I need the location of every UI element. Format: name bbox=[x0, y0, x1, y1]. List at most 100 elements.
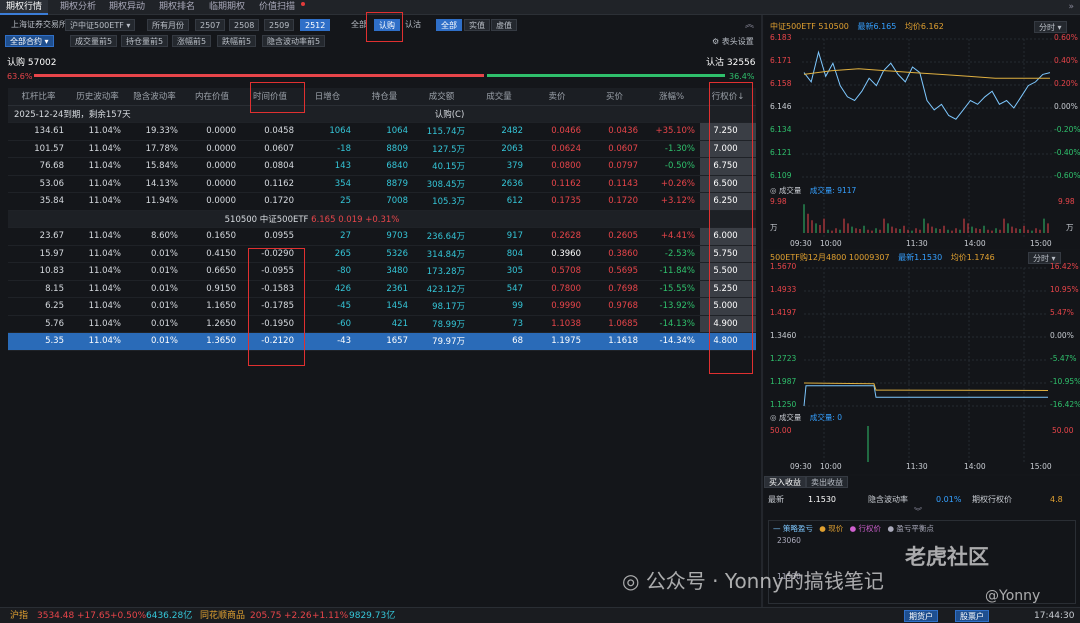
option-row[interactable]: 53.06 11.04% 14.13% 0.0000 0.1162 354 8879 308.… bbox=[8, 175, 756, 193]
option-row[interactable]: 15.97 11.04% 0.01% 0.4150 -0.0290 265 5326 314.… bbox=[8, 245, 756, 263]
index2-name[interactable]: 同花顺商品 bbox=[200, 610, 245, 622]
month-2512-button[interactable]: 2512 bbox=[300, 19, 331, 31]
option-row[interactable]: 10.83 11.04% 0.01% 0.6650 -0.0955 -80 3480 173.… bbox=[8, 262, 756, 281]
tab-expiring-options[interactable]: 临期期权 bbox=[203, 0, 251, 15]
month-all-button[interactable]: 所有月份 bbox=[147, 19, 189, 31]
rank-oi-button[interactable]: 持仓量前5 bbox=[121, 35, 169, 47]
value-all-button[interactable]: 全部 bbox=[436, 19, 462, 31]
column-header-10[interactable]: 买价 bbox=[586, 88, 643, 106]
column-header-7[interactable]: 成交额 bbox=[413, 88, 470, 106]
column-header-3[interactable]: 内在价值 bbox=[183, 88, 241, 106]
cell-4: -0.1583 bbox=[241, 280, 299, 298]
column-header-9[interactable]: 卖价 bbox=[528, 88, 586, 106]
cell-8: 379 bbox=[470, 157, 528, 176]
option-row[interactable]: 5.76 11.04% 0.01% 1.2650 -0.1950 -60 421 78.99万… bbox=[8, 315, 756, 333]
value-itm-button[interactable]: 实值 bbox=[464, 19, 490, 31]
etf-y-left-0: 6.183 bbox=[770, 33, 792, 42]
cell-4: 0.0607 bbox=[241, 140, 299, 158]
cell-11: -14.13% bbox=[643, 315, 700, 333]
column-header-12[interactable]: 行权价↓ bbox=[700, 88, 756, 106]
put-pct-label: 36.4% bbox=[729, 72, 755, 81]
cell-11: -13.92% bbox=[643, 297, 700, 316]
cell-5: -80 bbox=[299, 262, 356, 281]
cell-3: 0.6650 bbox=[183, 262, 241, 281]
tab-option-quotes[interactable]: 期权行情 bbox=[0, 0, 49, 15]
etf-y-right-1: 0.40% bbox=[1054, 56, 1078, 65]
cell-5: 143 bbox=[299, 157, 356, 176]
column-header-0[interactable]: 杠杆比率 bbox=[8, 88, 69, 106]
bottom-status-bar: 沪指 3534.48 +17.65 +0.50% 6436.28亿 同花顺商品 … bbox=[0, 607, 1080, 623]
contract-all-select[interactable]: 全部合约 ▾ bbox=[5, 35, 54, 47]
month-2509-button[interactable]: 2509 bbox=[264, 19, 295, 31]
type-put-button[interactable]: 认沽 bbox=[401, 19, 425, 31]
index1-name[interactable]: 沪指 bbox=[10, 610, 28, 622]
tab-option-analysis[interactable]: 期权分析 bbox=[54, 0, 102, 15]
column-header-5[interactable]: 日增仓 bbox=[299, 88, 356, 106]
column-header-8[interactable]: 成交量 bbox=[470, 88, 528, 106]
column-header-11[interactable]: 涨幅% bbox=[643, 88, 700, 106]
legend-strike: ● 行权价 bbox=[849, 524, 882, 533]
cell-10: 0.7698 bbox=[586, 280, 643, 298]
column-header-4[interactable]: 时间价值 bbox=[241, 88, 299, 106]
cell-12: 5.750 bbox=[700, 245, 756, 263]
tab-option-ranking[interactable]: 期权排名 bbox=[153, 0, 201, 15]
rank-volume-button[interactable]: 成交量前5 bbox=[70, 35, 118, 47]
type-call-button[interactable]: 认购 bbox=[374, 19, 400, 31]
futures-account-button[interactable]: 期货户 bbox=[904, 610, 938, 622]
option-row[interactable]: 101.57 11.04% 17.78% 0.0000 0.0607 -18 8809 127… bbox=[8, 140, 756, 158]
month-2508-button[interactable]: 2508 bbox=[229, 19, 260, 31]
collapse-icon[interactable]: ︽ bbox=[745, 19, 754, 31]
column-header-1[interactable]: 历史波动率 bbox=[69, 88, 126, 106]
rank-iv-button[interactable]: 隐含波动率前5 bbox=[262, 35, 326, 47]
opt-y-left-0: 1.5670 bbox=[770, 262, 797, 271]
etf-time-3: 14:00 bbox=[964, 239, 986, 248]
underlying-select[interactable]: 沪中证500ETF ▾ bbox=[65, 19, 136, 31]
cell-7: 127.5万 bbox=[413, 140, 470, 158]
cell-8: 305 bbox=[470, 262, 528, 281]
expand-down-icon[interactable]: ︾ bbox=[914, 506, 922, 518]
option-row[interactable]: 35.84 11.04% 11.94% 0.0000 0.1720 25 7008 105.3… bbox=[8, 192, 756, 211]
option-row[interactable]: 5.35 11.04% 0.01% 1.3650 -0.2120 -43 1657 79.97… bbox=[8, 332, 756, 351]
exchange-select[interactable]: 上海证券交易所 bbox=[7, 19, 71, 31]
header-settings-button[interactable]: ⚙ 表头设置 bbox=[712, 36, 754, 48]
cell-6: 1657 bbox=[356, 332, 413, 351]
cell-9: 0.0624 bbox=[528, 140, 586, 158]
watermark-account-text: 公众号 · Yonny的搞钱笔记 bbox=[645, 569, 884, 593]
opt-y-right-5: -10.95% bbox=[1050, 377, 1080, 386]
tab-option-anomaly[interactable]: 期权异动 bbox=[103, 0, 151, 15]
cell-0: 10.83 bbox=[8, 262, 69, 281]
underlying-pct: +0.31% bbox=[362, 214, 400, 225]
option-row[interactable]: 8.15 11.04% 0.01% 0.9150 -0.1583 426 2361 423.1… bbox=[8, 280, 756, 298]
option-row[interactable]: 23.67 11.04% 8.60% 0.1650 0.0955 27 9703 236.64… bbox=[8, 227, 756, 246]
cell-9: 0.0466 bbox=[528, 122, 586, 141]
month-2507-button[interactable]: 2507 bbox=[195, 19, 226, 31]
cell-9: 0.3960 bbox=[528, 245, 586, 263]
cell-7: 308.45万 bbox=[413, 175, 470, 193]
wechat-icon: ◎ bbox=[622, 569, 640, 593]
cell-8: 917 bbox=[470, 227, 528, 246]
option-row[interactable]: 76.68 11.04% 15.84% 0.0000 0.0804 143 6840 40.1… bbox=[8, 157, 756, 176]
sell-income-tab[interactable]: 卖出收益 bbox=[806, 476, 848, 488]
type-all-button[interactable]: 全部 bbox=[347, 19, 371, 31]
expand-double-chevron-icon[interactable]: » bbox=[1068, 0, 1074, 15]
cell-4: 0.0955 bbox=[241, 227, 299, 246]
cell-1: 11.04% bbox=[69, 332, 126, 351]
rank-gain-button[interactable]: 涨幅前5 bbox=[172, 35, 212, 47]
cell-10: 1.0685 bbox=[586, 315, 643, 333]
income-strike-label: 期权行权价 bbox=[972, 495, 1012, 504]
cell-9: 0.1735 bbox=[528, 192, 586, 211]
stock-account-button[interactable]: 股票户 bbox=[955, 610, 989, 622]
cell-8: 804 bbox=[470, 245, 528, 263]
column-header-6[interactable]: 持仓量 bbox=[356, 88, 413, 106]
buy-income-tab[interactable]: 买入收益 bbox=[764, 476, 806, 488]
column-header-2[interactable]: 隐含波动率 bbox=[126, 88, 183, 106]
tab-value-scan[interactable]: 价值扫描 bbox=[253, 0, 306, 15]
option-row[interactable]: 134.61 11.04% 19.33% 0.0000 0.0458 1064 1064 11… bbox=[8, 122, 756, 141]
cell-3: 1.1650 bbox=[183, 297, 241, 316]
cell-9: 1.1975 bbox=[528, 332, 586, 351]
option-row[interactable]: 6.25 11.04% 0.01% 1.1650 -0.1785 -45 1454 98.17… bbox=[8, 297, 756, 316]
rank-loss-button[interactable]: 跌幅前5 bbox=[217, 35, 257, 47]
cell-2: 19.33% bbox=[126, 122, 183, 141]
etf-y-right-3: 0.00% bbox=[1054, 102, 1078, 111]
value-otm-button[interactable]: 虚值 bbox=[491, 19, 517, 31]
